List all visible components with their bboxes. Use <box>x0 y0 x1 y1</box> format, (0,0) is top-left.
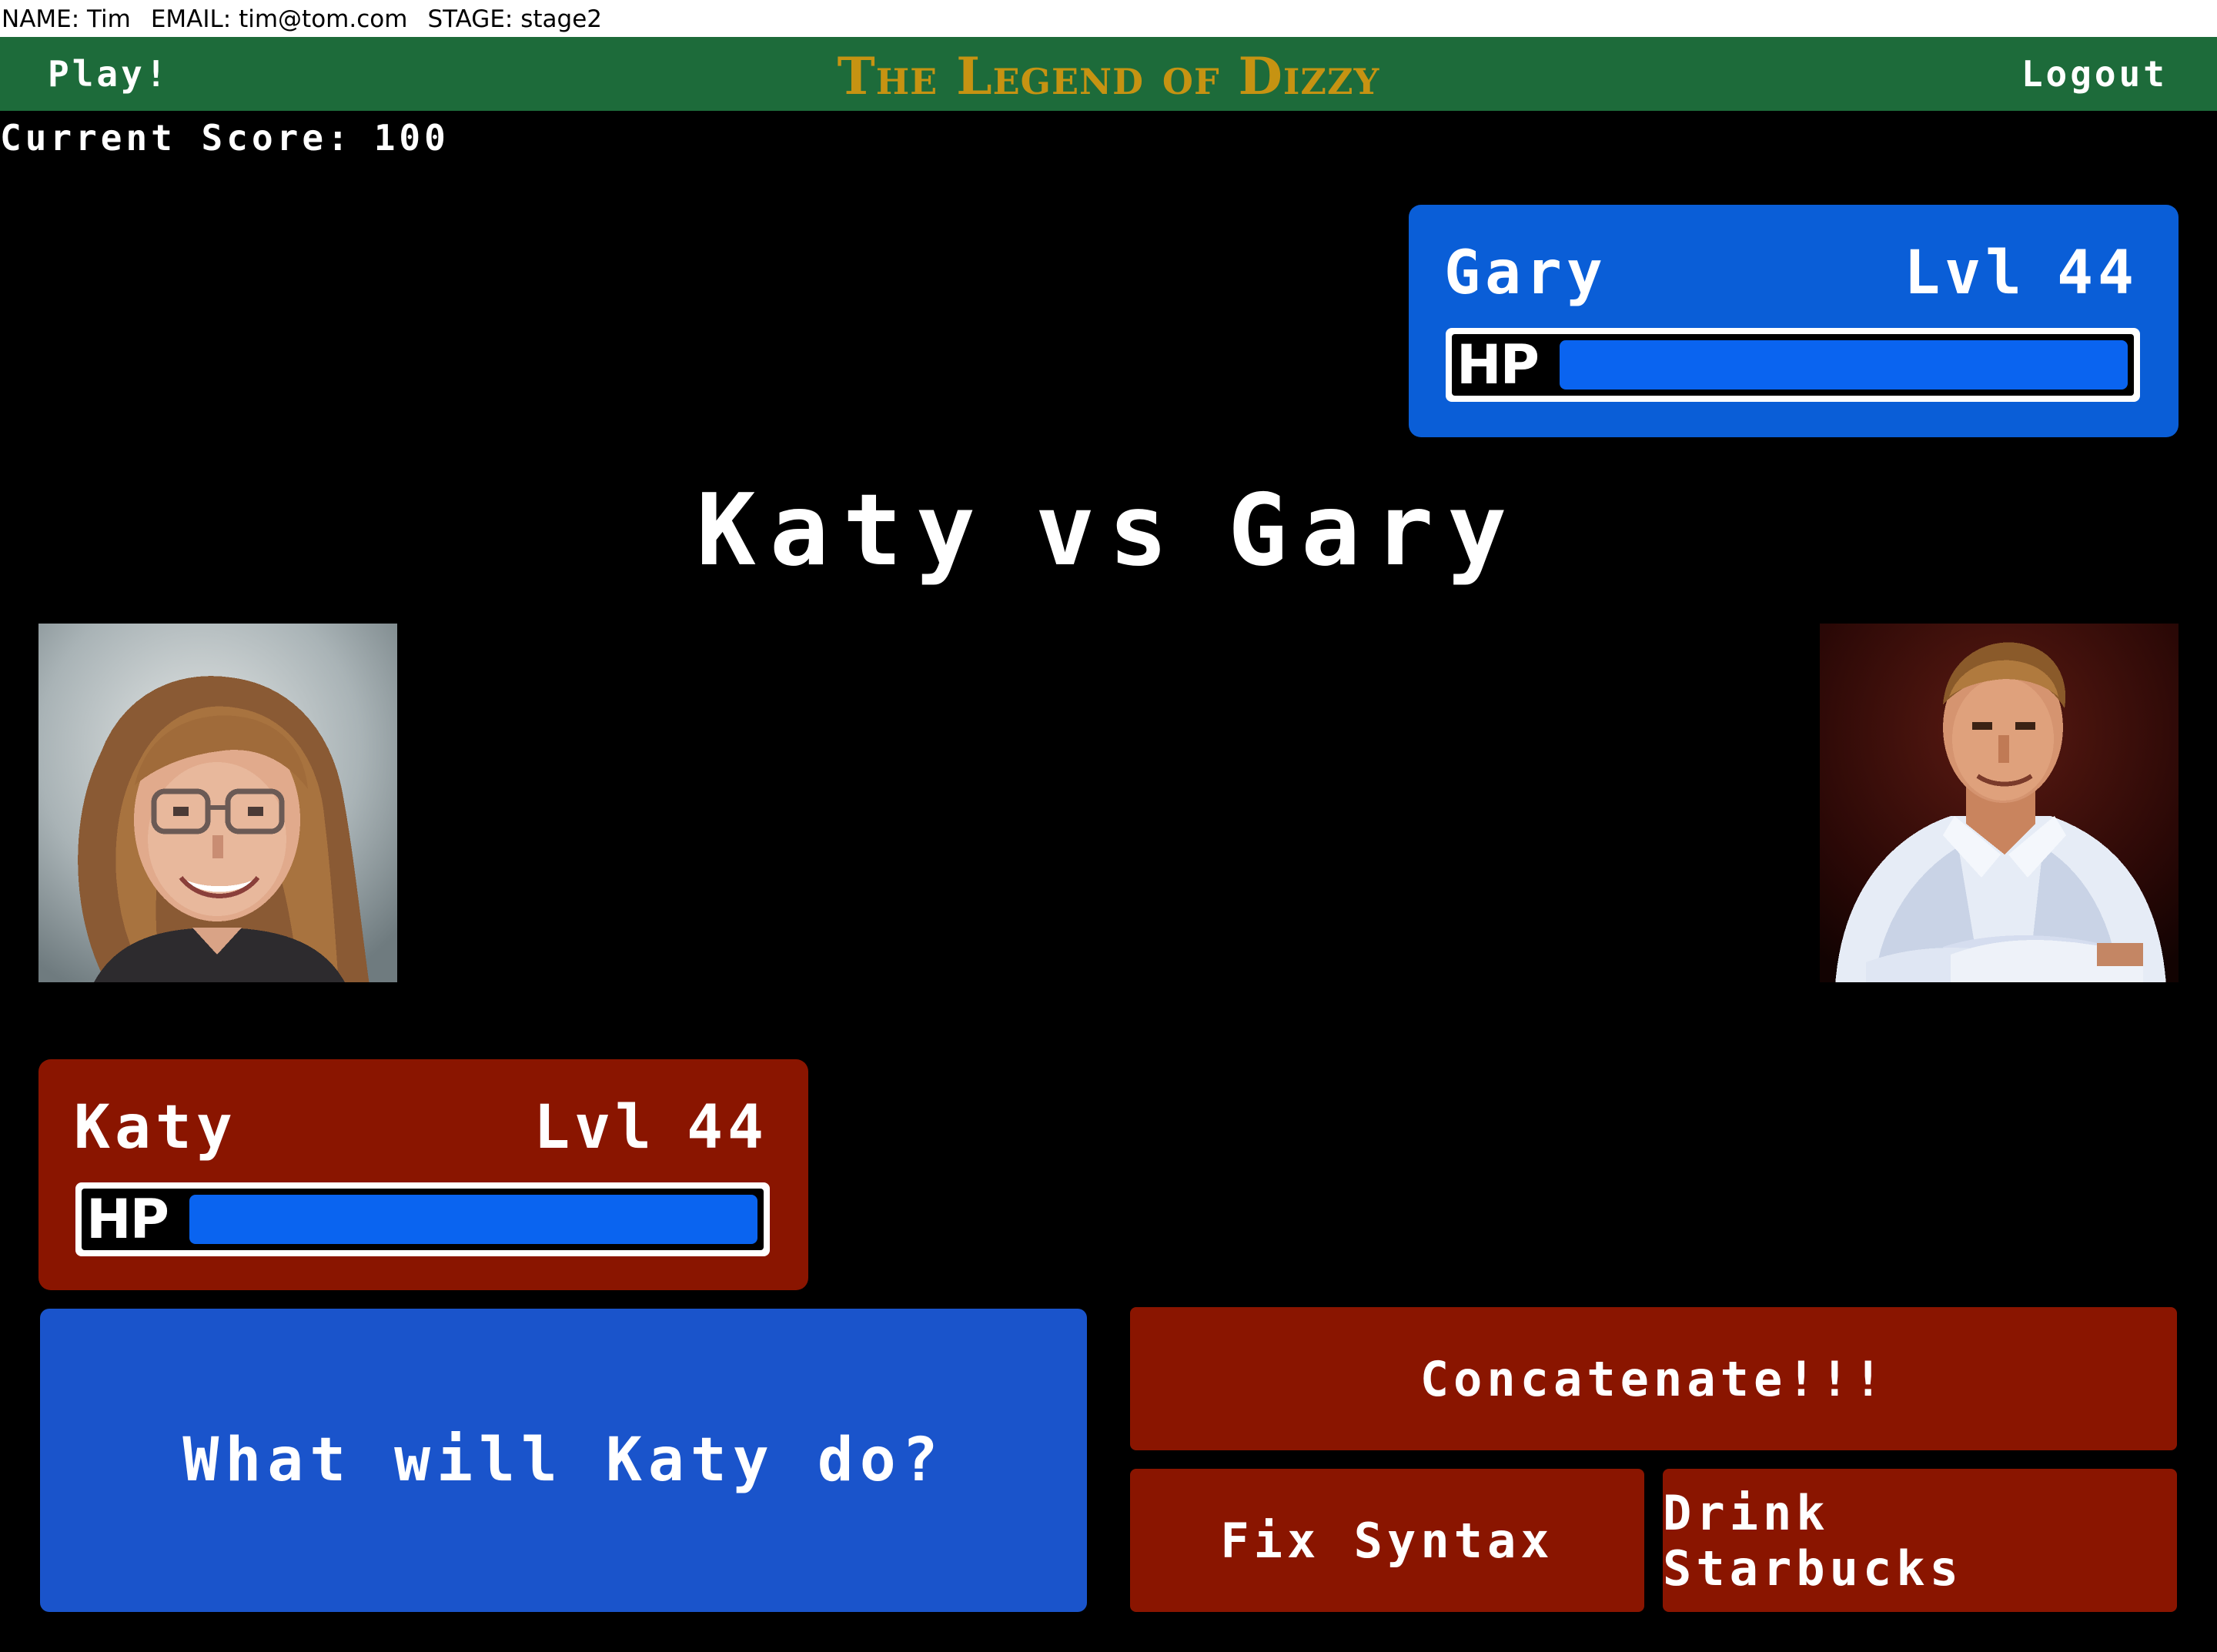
player-hp-label: HP <box>86 1188 169 1251</box>
enemy-level-prefix: Lvl <box>1904 239 2027 308</box>
battle-title: Katy vs Gary <box>0 477 2217 586</box>
user-info-bar: NAME: Tim EMAIL: tim@tom.com STAGE: stage2 <box>0 0 2217 37</box>
player-hp-fill <box>189 1195 757 1244</box>
enemy-hp-bar: HP <box>1446 328 2140 402</box>
user-stage: STAGE: stage2 <box>427 5 602 33</box>
concatenate-button[interactable]: Concatenate!!! <box>1130 1307 2177 1450</box>
score-label: Current Score: <box>0 117 353 159</box>
navbar: Play! The Legend of Dizzy Logout <box>0 37 2217 111</box>
user-email: EMAIL: tim@tom.com <box>150 5 408 33</box>
player-level-value: 44 <box>687 1093 768 1162</box>
enemy-level: Lvl 44 <box>1904 243 2138 303</box>
concatenate-label: Concatenate!!! <box>1419 1350 1888 1407</box>
game-title: The Legend of Dizzy <box>837 46 1380 106</box>
fix-syntax-button[interactable]: Fix Syntax <box>1130 1469 1644 1612</box>
battle-prompt-box: What will Katy do? <box>40 1309 1087 1612</box>
enemy-hp-label: HP <box>1456 333 1540 396</box>
player-hp-bar: HP <box>75 1182 770 1256</box>
fix-syntax-label: Fix Syntax <box>1220 1512 1554 1569</box>
player-portrait <box>38 624 397 982</box>
player-level: Lvl 44 <box>533 1098 768 1158</box>
battle-left-name: Katy <box>696 473 989 588</box>
player-status-panel: Katy Lvl 44 HP <box>38 1059 808 1290</box>
battle-prompt-text: What will Katy do? <box>182 1426 945 1495</box>
enemy-portrait <box>1820 624 2179 982</box>
player-name: Katy <box>74 1093 237 1162</box>
current-score: Current Score: 100 <box>0 117 450 159</box>
drink-starbucks-button[interactable]: Drink Starbucks <box>1663 1469 2177 1612</box>
enemy-name: Gary <box>1444 239 1607 308</box>
battle-right-name: Gary <box>1228 473 1521 588</box>
enemy-hp-fill <box>1560 340 2128 390</box>
logout-link[interactable]: Logout <box>2021 37 2168 111</box>
player-level-prefix: Lvl <box>533 1093 657 1162</box>
battle-vs: vs <box>1035 473 1182 588</box>
enemy-level-value: 44 <box>2057 239 2138 308</box>
user-name: NAME: Tim <box>2 5 131 33</box>
drink-starbucks-label: Drink Starbucks <box>1663 1485 1963 1597</box>
enemy-status-panel: Gary Lvl 44 HP <box>1409 205 2179 437</box>
score-value: 100 <box>373 117 450 159</box>
